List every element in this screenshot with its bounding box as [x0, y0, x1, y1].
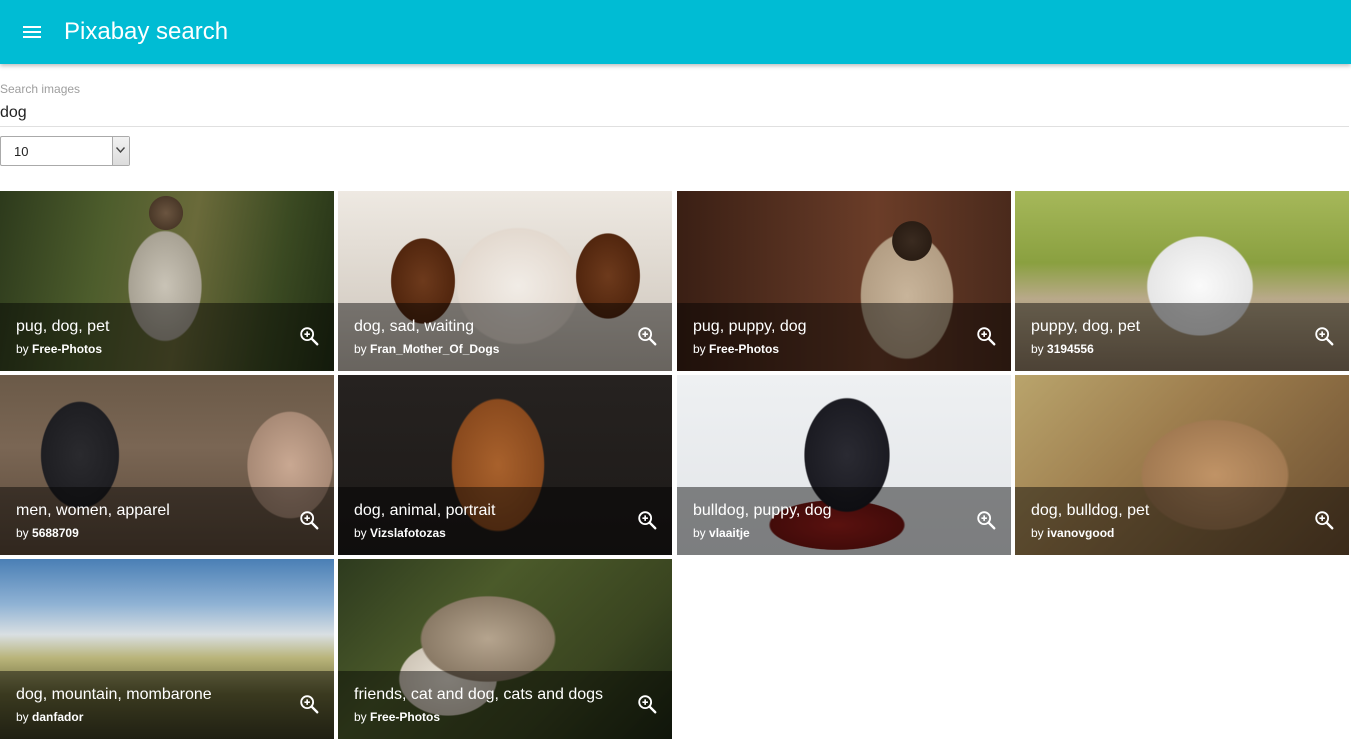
results-count-select[interactable]: 10: [0, 136, 130, 166]
image-tile[interactable]: pug, dog, pet by Free-Photos: [0, 191, 334, 371]
image-tags: bulldog, puppy, dog: [693, 502, 832, 519]
zoom-in-icon[interactable]: [298, 325, 320, 347]
image-tags: pug, dog, pet: [16, 318, 110, 335]
image-author: by Free-Photos: [16, 342, 103, 356]
image-author: by 3194556: [1031, 342, 1094, 356]
image-tags: men, women, apparel: [16, 502, 170, 519]
tile-caption-bar: dog, sad, waiting by Fran_Mother_Of_Dogs: [338, 303, 672, 371]
image-tags: dog, sad, waiting: [354, 318, 475, 335]
zoom-in-icon[interactable]: [1313, 509, 1335, 531]
tile-caption-bar: dog, bulldog, pet by ivanovgood: [1015, 487, 1349, 555]
image-author: by vlaaitje: [693, 526, 750, 540]
image-author: by Free-Photos: [693, 342, 780, 356]
image-tags: pug, puppy, dog: [693, 318, 807, 335]
tile-caption-bar: puppy, dog, pet by 3194556: [1015, 303, 1349, 371]
image-tile[interactable]: dog, bulldog, pet by ivanovgood: [1015, 375, 1349, 555]
image-tile[interactable]: dog, mountain, mombarone by danfador: [0, 559, 334, 739]
tile-caption-bar: bulldog, puppy, dog by vlaaitje: [677, 487, 1011, 555]
tile-caption-bar: friends, cat and dog, cats and dogs by F…: [338, 671, 672, 739]
zoom-in-icon[interactable]: [975, 509, 997, 531]
zoom-in-icon[interactable]: [298, 693, 320, 715]
zoom-in-icon[interactable]: [975, 325, 997, 347]
zoom-in-icon[interactable]: [636, 325, 658, 347]
image-tags: dog, animal, portrait: [354, 502, 496, 519]
app-title: Pixabay search: [64, 18, 229, 45]
results-count-value: 10: [14, 144, 29, 159]
image-tile[interactable]: friends, cat and dog, cats and dogs by F…: [338, 559, 672, 739]
zoom-in-icon[interactable]: [636, 693, 658, 715]
zoom-in-icon[interactable]: [636, 509, 658, 531]
tile-caption-bar: men, women, apparel by 5688709: [0, 487, 334, 555]
menu-icon[interactable]: [16, 16, 48, 48]
image-grid: pug, dog, pet by Free-Photos dog, sad, w…: [0, 191, 1351, 741]
image-tile[interactable]: bulldog, puppy, dog by vlaaitje: [677, 375, 1011, 555]
image-tags: dog, mountain, mombarone: [16, 686, 212, 703]
image-author: by Free-Photos: [354, 710, 441, 724]
image-tags: puppy, dog, pet: [1031, 318, 1141, 335]
image-tags: friends, cat and dog, cats and dogs: [354, 686, 604, 703]
image-tile[interactable]: men, women, apparel by 5688709: [0, 375, 334, 555]
zoom-in-icon[interactable]: [298, 509, 320, 531]
image-author: by Vizslafotozas: [354, 526, 446, 540]
app-bar: Pixabay search: [0, 0, 1351, 64]
image-tile[interactable]: pug, puppy, dog by Free-Photos: [677, 191, 1011, 371]
image-tile[interactable]: puppy, dog, pet by 3194556: [1015, 191, 1349, 371]
image-author: by Fran_Mother_Of_Dogs: [354, 342, 500, 356]
image-author: by ivanovgood: [1031, 526, 1115, 540]
image-author: by 5688709: [16, 526, 79, 540]
zoom-in-icon[interactable]: [1313, 325, 1335, 347]
image-author: by danfador: [16, 710, 84, 724]
tile-caption-bar: dog, mountain, mombarone by danfador: [0, 671, 334, 739]
image-tags: dog, bulldog, pet: [1031, 502, 1150, 519]
search-input[interactable]: [0, 100, 1349, 127]
tile-caption-bar: pug, puppy, dog by Free-Photos: [677, 303, 1011, 371]
image-tile[interactable]: dog, sad, waiting by Fran_Mother_Of_Dogs: [338, 191, 672, 371]
tile-caption-bar: dog, animal, portrait by Vizslafotozas: [338, 487, 672, 555]
image-tile[interactable]: dog, animal, portrait by Vizslafotozas: [338, 375, 672, 555]
tile-caption-bar: pug, dog, pet by Free-Photos: [0, 303, 334, 371]
chevron-down-icon[interactable]: [112, 137, 129, 165]
search-label: Search images: [0, 82, 81, 96]
